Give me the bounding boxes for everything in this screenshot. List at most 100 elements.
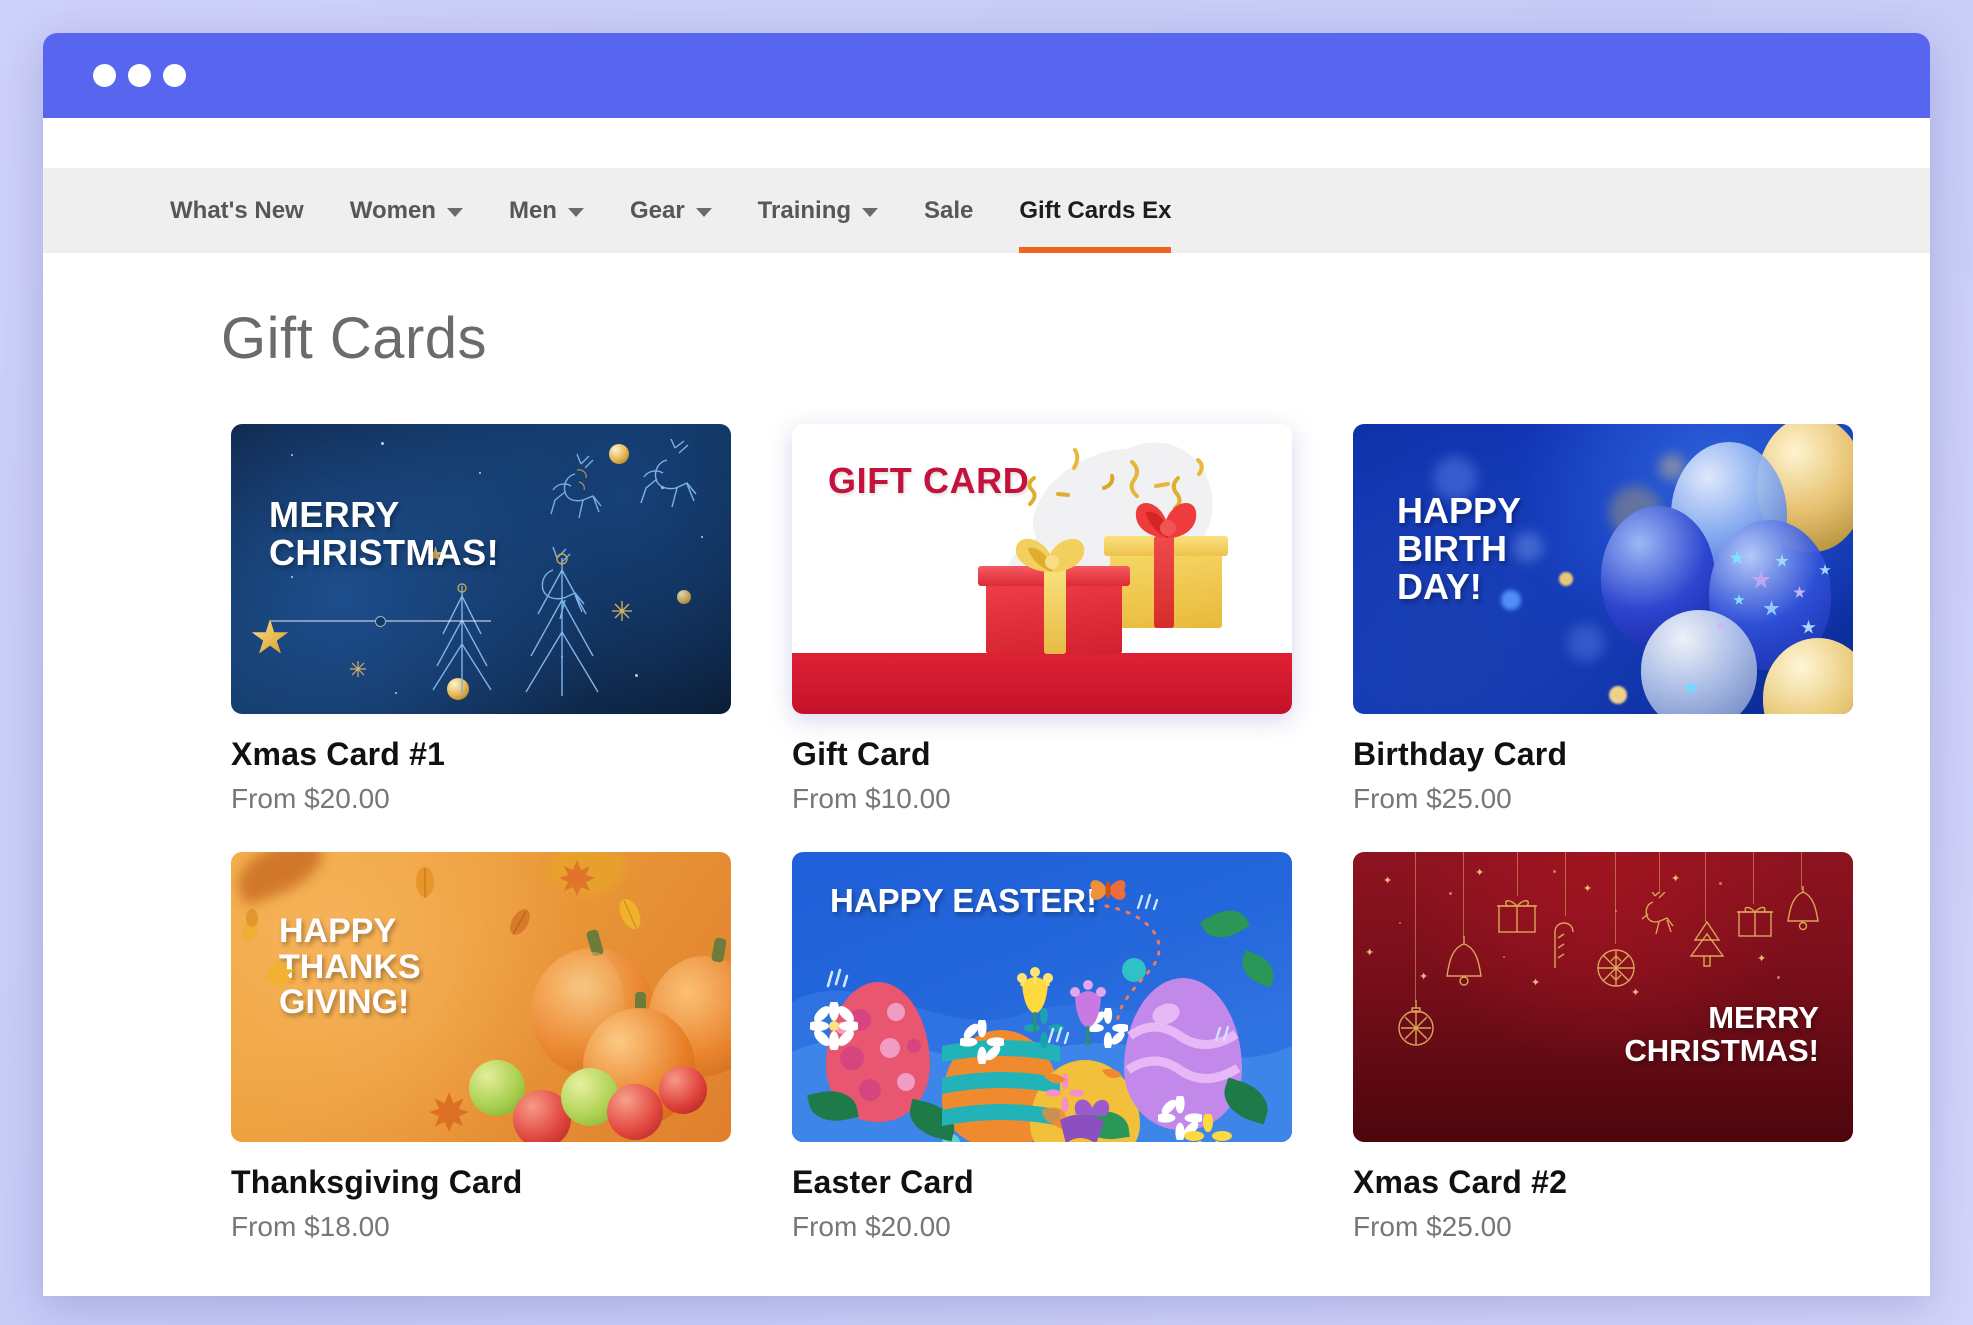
sparkle-icon — [826, 968, 849, 988]
ornament-reindeer-icon — [1641, 892, 1674, 935]
nav-label: Gift Cards Ex — [1019, 196, 1172, 224]
main-navigation: What's New Women Men Gear Training Sale — [43, 168, 1930, 253]
product-thumbnail[interactable]: GIFT CARD — [792, 424, 1292, 714]
nav-label: What's New — [170, 196, 304, 224]
window-titlebar — [43, 33, 1930, 118]
nav-item-men[interactable]: Men — [509, 168, 584, 253]
divider — [271, 616, 491, 627]
product-price: From $25.00 — [1353, 783, 1512, 814]
flower-white-icon — [960, 1020, 1004, 1064]
product-price: From $20.00 — [231, 783, 390, 814]
card-art-text: MERRY CHRISTMAS! — [269, 494, 499, 573]
product-name[interactable]: Xmas Card #2 — [1353, 1164, 1853, 1201]
gold-star-icon — [251, 619, 289, 654]
apple-red-icon — [607, 1084, 663, 1140]
sparkle-icon — [1047, 1026, 1070, 1045]
gold-bauble-icon — [677, 590, 691, 604]
maple-leaf-icon — [429, 1092, 469, 1132]
product-card-xmas-1[interactable]: MERRY CHRISTMAS! Xmas Card #1 From $20.0… — [231, 424, 731, 815]
nav-label: Gear — [629, 196, 685, 224]
product-name[interactable]: Gift Card — [792, 736, 1292, 773]
window-dot-maximize-icon[interactable] — [163, 64, 186, 87]
ornament-gift-icon — [1497, 900, 1537, 933]
product-thumbnail[interactable]: HAPPY THANKS GIVING! — [231, 852, 731, 1142]
card-art-text: HAPPY EASTER! — [830, 882, 1098, 919]
product-thumbnail[interactable]: HAPPY BIRTH DAY! — [1353, 424, 1853, 714]
ornament-tree-icon — [1689, 920, 1725, 967]
oak-leaf-icon — [246, 909, 258, 927]
sparkle-icon — [1214, 1025, 1230, 1042]
birthday-card-art: HAPPY BIRTH DAY! — [1353, 424, 1853, 714]
product-name[interactable]: Easter Card — [792, 1164, 1292, 1201]
product-card-gift-card[interactable]: GIFT CARD Gift Card From $10.00 — [792, 424, 1292, 815]
card-art-text: MERRY CHRISTMAS! — [1624, 1000, 1819, 1068]
product-card-xmas-2[interactable]: MERRY CHRISTMAS! ✦ ✦ ✦ ✦ ✦ ✦ ✦ ✦ ✦ Xmas … — [1353, 852, 1853, 1243]
nav-item-whats-new[interactable]: What's New — [170, 168, 304, 253]
card-art-text: HAPPY THANKS GIVING! — [279, 912, 421, 1022]
ribbon-bow-red-icon — [1135, 502, 1197, 538]
product-price: From $10.00 — [792, 783, 951, 814]
egg-pattern — [1042, 1068, 1122, 1142]
flower-white-icon — [810, 1002, 858, 1050]
chevron-down-icon — [695, 207, 712, 217]
product-name[interactable]: Birthday Card — [1353, 736, 1853, 773]
product-card-easter[interactable]: HAPPY EASTER! Easter Card From $20.00 — [792, 852, 1292, 1243]
oak-leaf-icon — [510, 909, 530, 935]
ornament-snowflake-icon — [1597, 949, 1635, 987]
chevron-down-icon — [862, 207, 879, 217]
product-thumbnail[interactable]: HAPPY EASTER! — [792, 852, 1292, 1142]
snowflake-icon — [350, 661, 366, 677]
oak-leaf-icon — [416, 867, 434, 898]
butterfly-icon — [1090, 880, 1126, 900]
apple-red-icon — [659, 1066, 707, 1114]
chevron-down-icon — [567, 207, 584, 217]
maple-leaf-icon — [559, 860, 595, 896]
chevron-down-icon — [446, 207, 463, 217]
xmas-red-card-art: MERRY CHRISTMAS! ✦ ✦ ✦ ✦ ✦ ✦ ✦ ✦ ✦ — [1353, 852, 1853, 1142]
product-card-thanksgiving[interactable]: HAPPY THANKS GIVING! Thanksgiving Card F… — [231, 852, 731, 1243]
product-price: From $25.00 — [1353, 1211, 1512, 1242]
thanksgiving-card-art: HAPPY THANKS GIVING! — [231, 852, 731, 1142]
page-title: Gift Cards — [221, 306, 488, 371]
nav-item-sale[interactable]: Sale — [924, 168, 973, 253]
page-content: Gift Cards MERRY CHRISTMAS! Xmas Card #1… — [43, 253, 1930, 1296]
window-dot-minimize-icon[interactable] — [128, 64, 151, 87]
product-price: From $18.00 — [231, 1211, 390, 1242]
window-dot-close-icon[interactable] — [93, 64, 116, 87]
ornament-bauble-icon — [1398, 1000, 1434, 1046]
xmas-blue-card-art: MERRY CHRISTMAS! — [231, 424, 731, 714]
reindeer-line-icon — [550, 453, 602, 519]
product-name[interactable]: Thanksgiving Card — [231, 1164, 731, 1201]
card-art-text: HAPPY BIRTH DAY! — [1397, 490, 1522, 607]
nav-item-training[interactable]: Training — [757, 168, 879, 253]
product-card-birthday[interactable]: HAPPY BIRTH DAY! Birthday Card From $25.… — [1353, 424, 1853, 815]
sparkle-icon — [1136, 893, 1159, 911]
card-bottom-band — [792, 653, 1292, 714]
ornament-bell-icon — [1446, 936, 1482, 986]
reindeer-line-icon — [640, 438, 697, 508]
ribbon-bow-gold-icon — [1015, 538, 1085, 572]
product-price: From $20.00 — [792, 1211, 951, 1242]
nav-item-women[interactable]: Women — [350, 168, 463, 253]
nav-label: Men — [508, 196, 557, 224]
window-controls — [93, 64, 186, 87]
browser-toolbar-area — [43, 118, 1930, 168]
nav-label: Women — [349, 196, 436, 224]
product-name[interactable]: Xmas Card #1 — [231, 736, 731, 773]
flower-yellow-icon — [1184, 1114, 1232, 1142]
oak-leaf-icon — [619, 898, 641, 930]
ornament-bell-icon — [1787, 886, 1819, 931]
nav-label: Training — [757, 196, 852, 224]
christmas-tree-line-icon — [432, 583, 492, 694]
page-root: What's New Women Men Gear Training Sale — [0, 0, 1973, 1325]
product-thumbnail[interactable]: MERRY CHRISTMAS! — [231, 424, 731, 714]
product-grid: MERRY CHRISTMAS! Xmas Card #1 From $20.0… — [231, 424, 1930, 1243]
nav-item-gift-cards-ex[interactable]: Gift Cards Ex — [1019, 168, 1172, 253]
ornament-candycane-icon — [1554, 922, 1574, 968]
gift-card-art: GIFT CARD — [792, 424, 1292, 714]
christmas-tree-line-icon — [525, 553, 599, 696]
nav-item-gear[interactable]: Gear — [630, 168, 712, 253]
snowflake-icon — [612, 601, 632, 621]
product-thumbnail[interactable]: MERRY CHRISTMAS! — [1353, 852, 1853, 1142]
easter-card-art: HAPPY EASTER! — [792, 852, 1292, 1142]
